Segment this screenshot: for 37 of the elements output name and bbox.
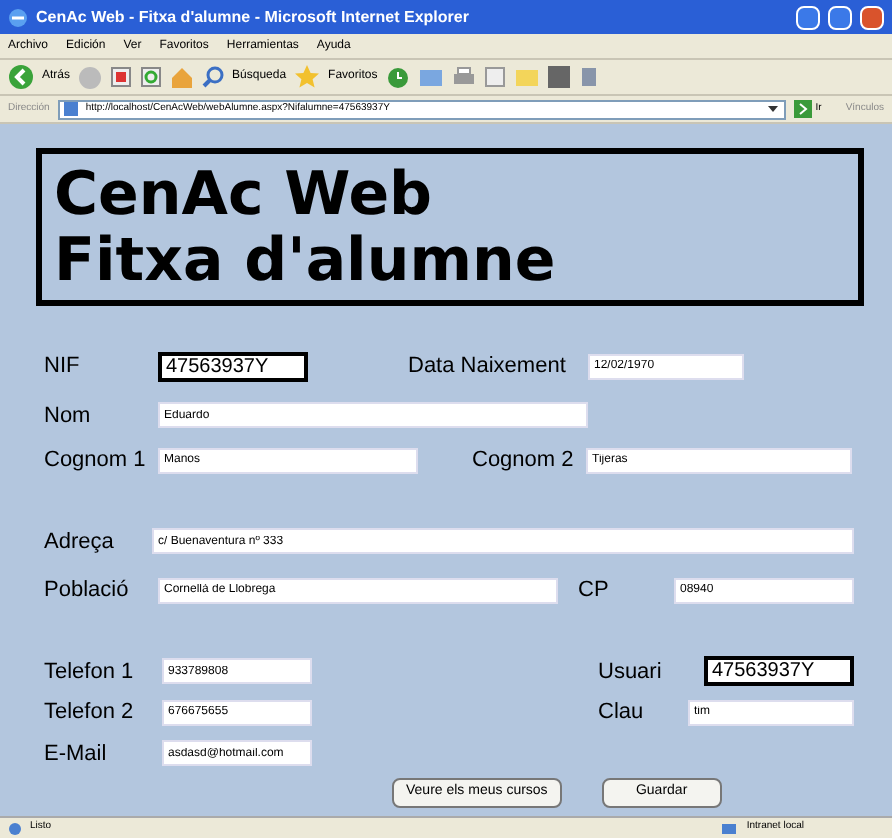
field-label: CP: [578, 576, 611, 606]
edit-icon[interactable]: [483, 66, 506, 88]
input-field[interactable]: 47563937Y: [158, 351, 308, 382]
page-icon: [8, 821, 22, 835]
field-label: Cognom 2: [472, 446, 576, 476]
field-label: Població: [44, 576, 131, 606]
browser-icon: [8, 7, 28, 27]
refresh-icon[interactable]: [140, 66, 163, 88]
stop-icon[interactable]: [110, 66, 133, 88]
go-arrow-icon: [793, 100, 812, 118]
dropdown-icon[interactable]: [765, 102, 780, 116]
history-icon[interactable]: [385, 65, 410, 89]
back-icon[interactable]: [8, 64, 34, 90]
field-label: Clau: [598, 698, 646, 728]
close-button[interactable]: [860, 5, 884, 29]
field-label: NIF: [44, 352, 82, 382]
printer-icon[interactable]: [451, 66, 476, 88]
field-label: Telefon 2: [44, 698, 136, 728]
field-label: Usuari: [598, 657, 664, 687]
window-title: CenAc Web - Fitxa d'alumne - Microsoft Internet Explorer: [36, 5, 471, 29]
field-label: Data Naixement: [408, 352, 568, 382]
field-label: Adreça: [44, 527, 116, 557]
home-icon[interactable]: [170, 65, 195, 89]
minimize-button[interactable]: [796, 5, 820, 29]
page-icon: [63, 102, 78, 116]
field-label: Nom: [44, 401, 93, 431]
field-label: Cognom 1: [44, 446, 148, 476]
page-title: Fitxa d'alumne: [54, 227, 558, 293]
star-icon[interactable]: [294, 64, 321, 90]
page-title: CenAc Web: [54, 161, 435, 227]
search-icon[interactable]: [202, 66, 225, 88]
network-icon: [720, 821, 739, 835]
mail-icon[interactable]: [417, 66, 444, 88]
maximize-button[interactable]: [828, 5, 852, 29]
field-label: E-Mail: [44, 739, 109, 769]
input-field[interactable]: 47563937Y: [704, 656, 854, 687]
field-label: Telefon 1: [44, 657, 136, 687]
